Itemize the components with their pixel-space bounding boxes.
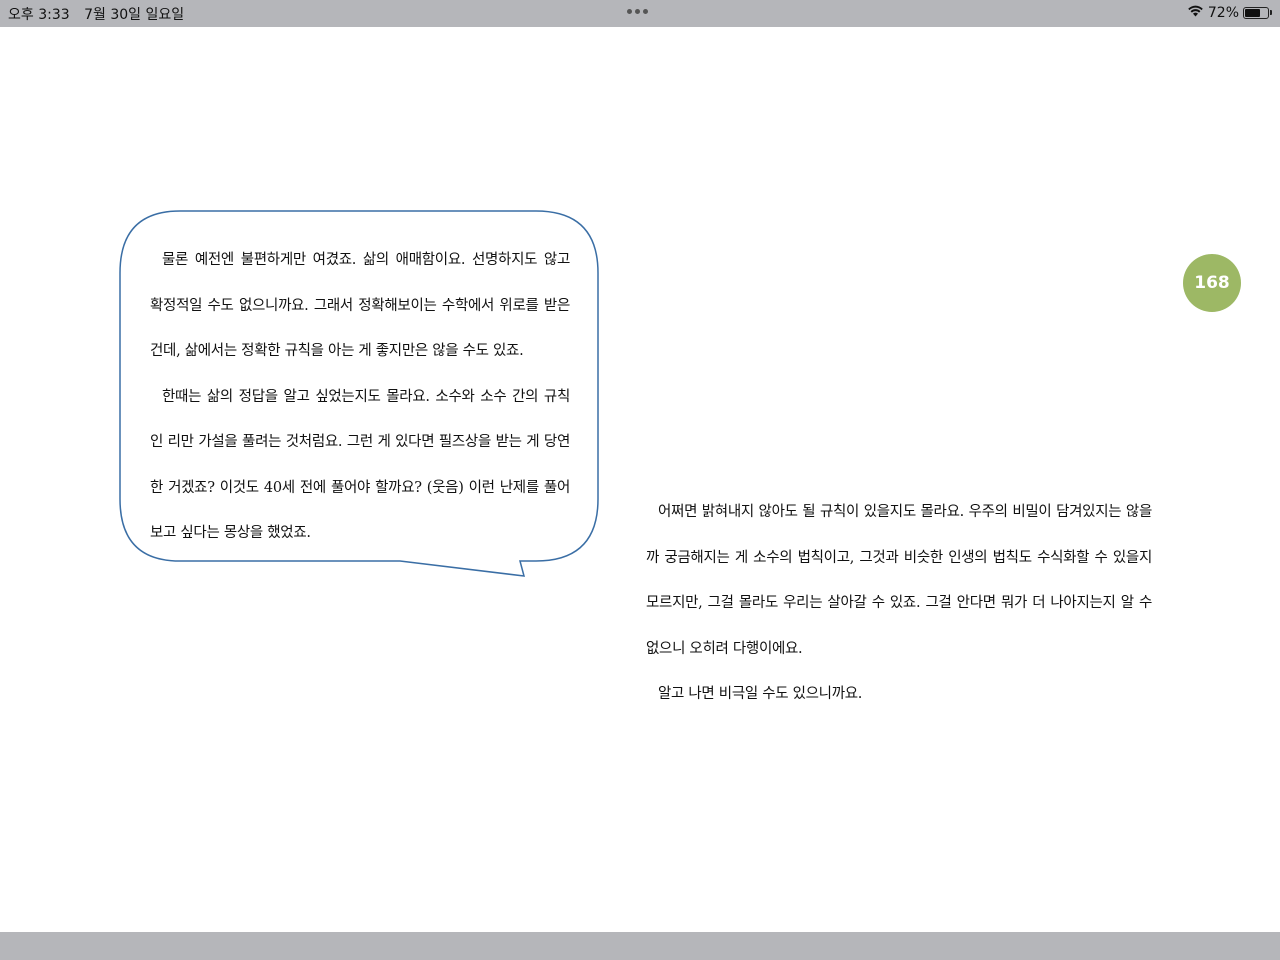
page-number-badge: 168 <box>1183 254 1241 312</box>
bottom-bar <box>0 932 1280 960</box>
wifi-icon <box>1187 4 1204 21</box>
bubble-paragraph-2: 한때는 삶의 정답을 알고 싶었는지도 몰라요. 소수와 소수 간의 규칙인 리… <box>150 388 570 542</box>
body-text: 어쩌면 밝혀내지 않아도 될 규칙이 있을지도 몰라요. 우주의 비밀이 담겨있… <box>646 490 1152 718</box>
status-left: 오후 3:33 7월 30일 일요일 <box>8 4 194 24</box>
status-right: 72% <box>1187 4 1272 21</box>
bubble-paragraph-1: 물론 예전엔 불편하게만 여겼죠. 삶의 애매함이요. 선명하지도 않고 확정적… <box>150 252 570 359</box>
battery-fill <box>1245 8 1260 17</box>
status-time: 오후 3:33 <box>8 7 70 23</box>
bubble-text: 물론 예전엔 불편하게만 여겼죠. 삶의 애매함이요. 선명하지도 않고 확정적… <box>150 238 570 557</box>
battery-percent: 72% <box>1207 4 1239 21</box>
battery-cap <box>1270 10 1272 15</box>
book-page[interactable]: 물론 예전엔 불편하게만 여겼죠. 삶의 애매함이요. 선명하지도 않고 확정적… <box>0 27 1280 932</box>
battery-icon <box>1243 6 1269 19</box>
more-dots-icon[interactable] <box>627 9 655 15</box>
body-paragraph-1: 어쩌면 밝혀내지 않아도 될 규칙이 있을지도 몰라요. 우주의 비밀이 담겨있… <box>646 504 1152 657</box>
body-paragraph-2: 알고 나면 비극일 수도 있으니까요. <box>658 686 863 702</box>
status-bar: 오후 3:33 7월 30일 일요일 72% <box>0 0 1280 27</box>
status-date: 7월 30일 일요일 <box>84 7 185 23</box>
